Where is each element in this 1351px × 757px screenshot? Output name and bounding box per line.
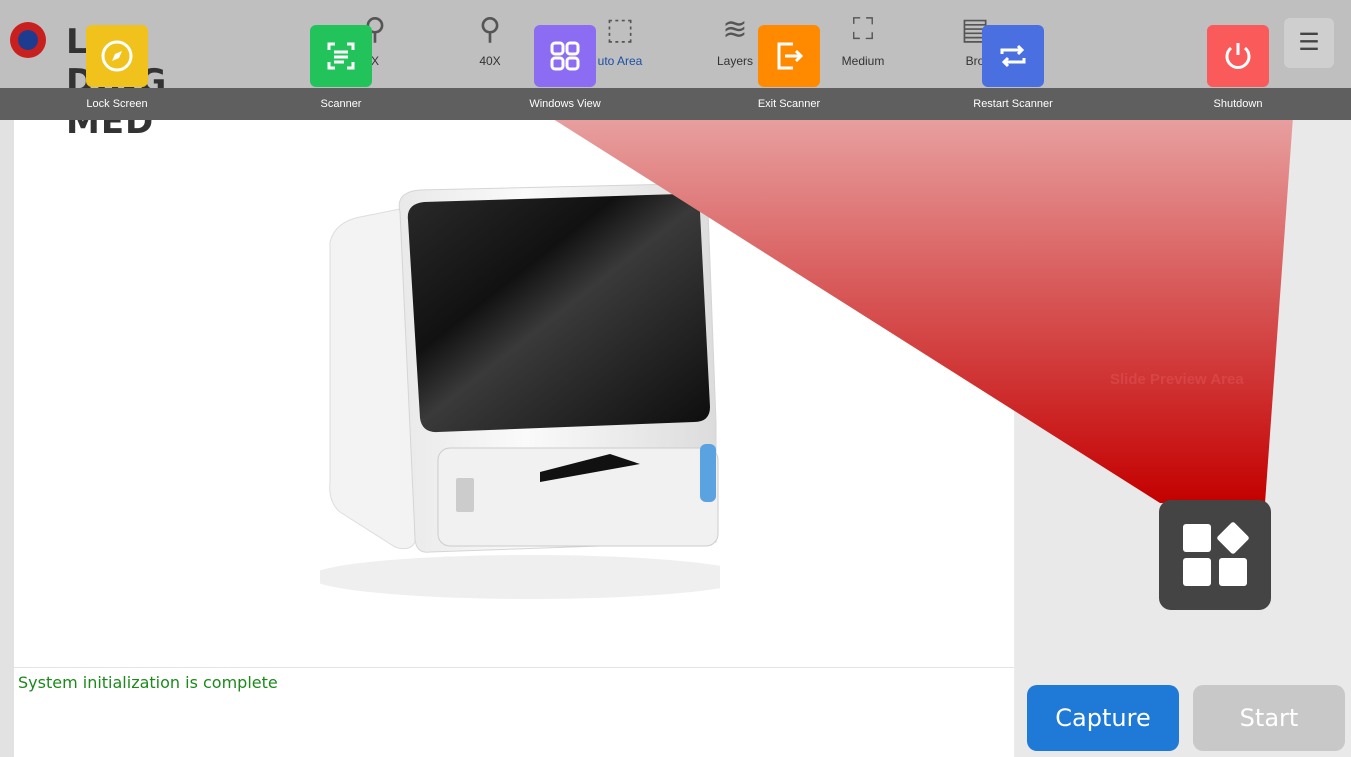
scanner-label: Scanner <box>320 98 362 110</box>
power-icon <box>1225 43 1251 69</box>
windows-view-label: Windows View <box>529 98 601 110</box>
restart-scanner-button[interactable] <box>982 25 1044 87</box>
grid-cell-icon <box>1183 524 1211 552</box>
exit-icon <box>777 42 804 70</box>
tool-medium-label: Medium <box>841 54 885 68</box>
status-message: System initialization is complete <box>18 673 278 692</box>
start-button[interactable]: Start <box>1193 685 1345 751</box>
focus-medium-icon: ⛶ <box>852 13 874 46</box>
grid-diamond-icon <box>1216 521 1250 555</box>
scanner-app: Slide Preview Area System initialization… <box>0 0 1351 757</box>
scan-icon <box>327 42 355 70</box>
logo-mark-icon <box>10 22 46 58</box>
microscope-40x-icon: ⚲ <box>479 13 501 46</box>
settings-list-icon: ☰ <box>1298 29 1320 56</box>
windows-grid-widget[interactable] <box>1159 500 1271 610</box>
quick-actions-bar <box>0 88 1351 120</box>
exit-scanner-button[interactable] <box>758 25 820 87</box>
app-logo: L DING MED <box>10 20 166 142</box>
exit-scanner-label: Exit Scanner <box>757 98 821 110</box>
shutdown-button[interactable] <box>1207 25 1269 87</box>
grid-icon <box>550 41 580 71</box>
lock-screen-label: Lock Screen <box>86 98 148 110</box>
shutdown-label: Shutdown <box>1213 98 1263 110</box>
slide-preview-label: Slide Preview Area <box>1110 371 1244 388</box>
scanner-button[interactable] <box>310 25 372 87</box>
grid-cell-icon <box>1219 558 1247 586</box>
top-toolbar <box>0 0 1351 88</box>
tool-40x-label: 40X <box>479 54 501 68</box>
scanner-device-image <box>320 183 720 599</box>
tool-40x[interactable]: ⚲ 40X <box>445 10 535 68</box>
status-separator <box>14 667 1014 668</box>
grid-cell-icon <box>1183 558 1211 586</box>
windows-view-button[interactable] <box>534 25 596 87</box>
settings-button[interactable]: ☰ <box>1284 18 1334 68</box>
restart-icon <box>1000 44 1026 68</box>
compass-icon <box>101 40 133 72</box>
lock-screen-button[interactable] <box>86 25 148 87</box>
tool-medium[interactable]: ⛶ Medium <box>818 10 908 68</box>
capture-button[interactable]: Capture <box>1027 685 1179 751</box>
restart-scanner-label: Restart Scanner <box>973 98 1053 110</box>
